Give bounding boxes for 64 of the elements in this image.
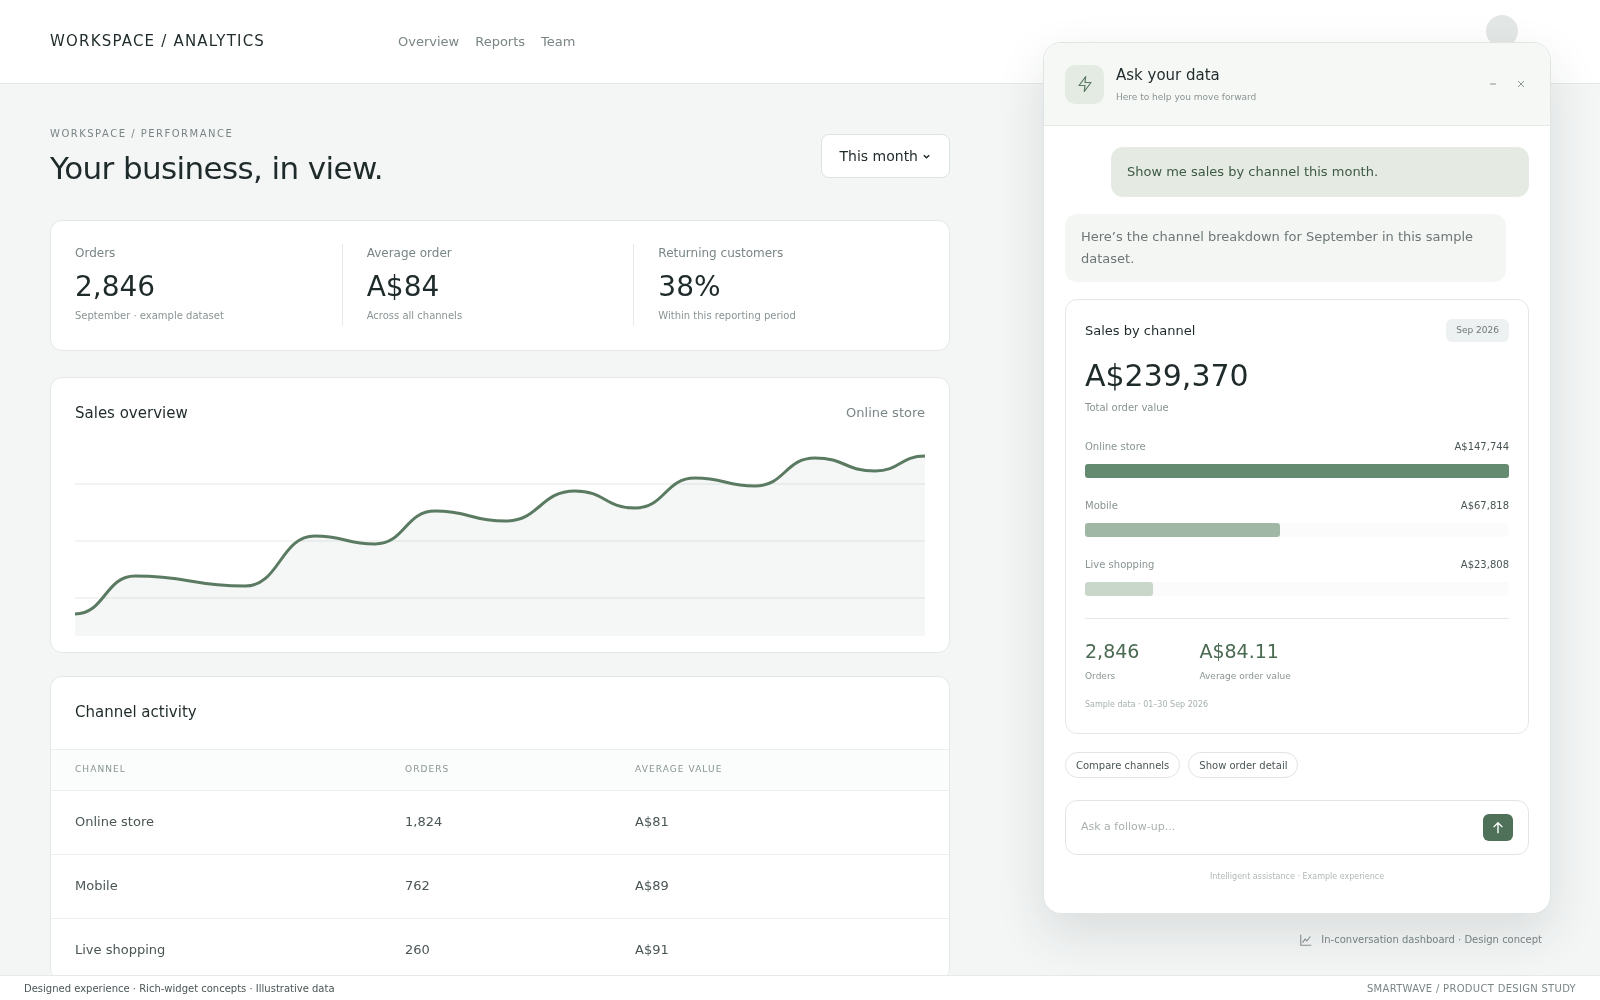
channel-label: Mobile	[1085, 499, 1118, 513]
table-cell-text: 260	[405, 941, 431, 960]
assistant-message: Here’s the channel breakdown for September in this sample dataset.	[1065, 213, 1506, 282]
stat-note: September · example dataset	[75, 309, 225, 323]
card-title: Sales overview	[75, 402, 188, 424]
table-cell-text: 762	[405, 877, 431, 896]
footer-credit: SMARTWAVE / PRODUCT DESIGN STUDY	[1366, 981, 1576, 996]
stat-note: Across all channels	[366, 309, 464, 323]
data-note: Sample data · 01–30 Sep 2026	[1085, 699, 1210, 711]
suggestion-chip[interactable]: Show order detail	[1188, 752, 1299, 778]
nav-link[interactable]: Reports	[475, 31, 526, 52]
column-header: AVERAGE VALUE	[635, 762, 724, 776]
footer-text: Designed experience · Rich-widget concepts · Illustrative data	[24, 981, 335, 996]
user-message: Show me sales by channel this month.	[1111, 147, 1529, 197]
stat-value: 2,846	[75, 269, 157, 305]
metric-label: Orders	[1085, 669, 1117, 683]
table-cell-text: Mobile	[75, 877, 119, 896]
card-title: Channel activity	[74, 702, 198, 724]
line-chart-icon	[1299, 932, 1314, 947]
follow-up-box[interactable]: Ask a follow-up...	[1065, 800, 1529, 855]
stat-note: Within this reporting period	[658, 309, 797, 323]
page-title: Your business, in view.	[50, 149, 384, 188]
nav-link[interactable]: Overview	[398, 31, 460, 52]
stat-value: 38%	[658, 269, 722, 305]
channel-label: Live shopping	[1085, 558, 1155, 572]
stat-label: Orders	[75, 245, 117, 262]
table-cell-text: 1,824	[405, 813, 444, 832]
card-title: Sales by channel	[1085, 321, 1196, 340]
panel-title: Ask your data	[1116, 65, 1221, 86]
arrow-up-icon	[1491, 820, 1505, 835]
total-value: A$239,370	[1085, 357, 1250, 395]
metric-value: A$84.11	[1199, 639, 1280, 664]
period-dropdown[interactable]: This month	[820, 134, 950, 178]
channel-value: A$147,744	[1454, 440, 1509, 454]
column-header: ORDERS	[405, 762, 451, 776]
lightning-icon	[1065, 64, 1104, 104]
nav-link[interactable]: Team	[541, 31, 576, 52]
metric-value: 2,846	[1085, 639, 1140, 664]
suggestion-chip[interactable]: Compare channels	[1065, 752, 1181, 778]
channel-value: A$23,808	[1460, 558, 1509, 572]
column-header: CHANNEL	[75, 762, 127, 776]
brand-title: WORKSPACE / ANALYTICS	[50, 31, 267, 53]
stat-label: Returning customers	[658, 245, 785, 262]
chart-filter[interactable]: Online store	[846, 403, 925, 423]
breadcrumb: WORKSPACE / PERFORMANCE	[50, 127, 235, 141]
send-button[interactable]	[1483, 814, 1513, 841]
panel-footer-note: Intelligent assistance · Example experience	[1208, 871, 1386, 883]
close-icon	[1517, 80, 1525, 88]
table-cell-text: Online store	[75, 813, 155, 832]
date-badge: Sep 2026	[1446, 318, 1509, 342]
total-label: Total order value	[1085, 401, 1170, 415]
table-cell-text: Live shopping	[75, 941, 167, 960]
minimize-icon	[1489, 80, 1497, 88]
table-cell-text: A$89	[635, 877, 670, 896]
channel-value: A$67,818	[1460, 499, 1509, 513]
follow-up-field[interactable]: Ask a follow-up...	[1081, 819, 1483, 836]
metric-label: Average order value	[1199, 669, 1291, 683]
channel-label: Online store	[1085, 440, 1146, 454]
caption: In-conversation dashboard · Design concept	[1321, 933, 1542, 947]
stat-value: A$84	[366, 269, 441, 305]
panel-subtitle: Here to help you move forward	[1116, 90, 1258, 104]
table-cell-text: A$91	[635, 941, 670, 960]
stat-label: Average order	[366, 245, 453, 262]
table-cell-text: A$81	[635, 813, 670, 832]
